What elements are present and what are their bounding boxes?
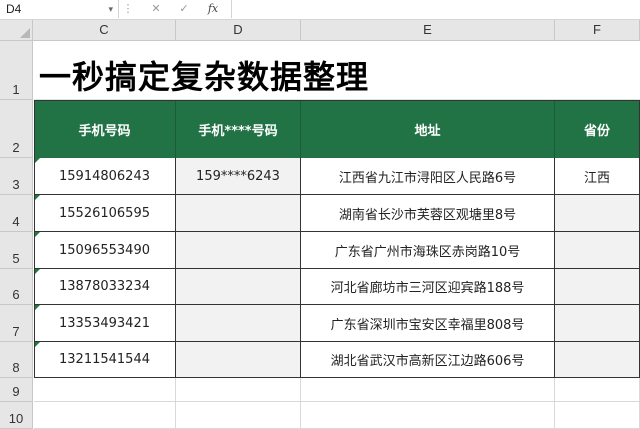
- address-cell[interactable]: 河北省廊坊市三河区迎宾路188号: [301, 269, 555, 305]
- masked-phone-cell[interactable]: [176, 305, 301, 342]
- province-cell[interactable]: [555, 232, 640, 269]
- address-cell[interactable]: 湖南省长沙市芙蓉区观塘里8号: [301, 195, 555, 232]
- empty-cell[interactable]: [34, 402, 176, 429]
- enter-icon[interactable]: ✓: [174, 0, 194, 18]
- sheet-title: 一秒搞定复杂数据整理: [39, 58, 370, 96]
- number-as-text-flag-icon: [34, 342, 40, 348]
- address-cell[interactable]: 广东省深圳市宝安区幸福里808号: [301, 305, 555, 342]
- sheet-title-cell[interactable]: 一秒搞定复杂数据整理: [34, 41, 640, 100]
- select-all-button[interactable]: [0, 20, 33, 41]
- empty-cell[interactable]: [176, 402, 301, 429]
- number-as-text-flag-icon: [34, 232, 40, 238]
- row-header-3[interactable]: 3: [0, 158, 33, 195]
- empty-cell[interactable]: [34, 378, 176, 402]
- column-header-e[interactable]: E: [301, 20, 555, 41]
- province-cell[interactable]: [555, 269, 640, 305]
- row-header-7[interactable]: 7: [0, 305, 33, 342]
- name-box[interactable]: D4 ▾: [0, 0, 119, 18]
- more-options-icon[interactable]: ⋮: [121, 0, 135, 18]
- row-header-10[interactable]: 10: [0, 402, 33, 429]
- phone-value: 15096553490: [59, 242, 150, 258]
- province-cell[interactable]: [555, 342, 640, 378]
- row-header-6[interactable]: 6: [0, 269, 33, 305]
- row-header-2[interactable]: 2: [0, 100, 33, 158]
- phone-cell[interactable]: 15096553490: [34, 232, 176, 269]
- phone-value: 13211541544: [59, 352, 150, 367]
- number-as-text-flag-icon: [34, 269, 40, 275]
- function-icon[interactable]: fx: [202, 0, 224, 18]
- phone-value: 15914806243: [59, 168, 150, 184]
- phone-value: 15526106595: [59, 205, 150, 221]
- phone-cell[interactable]: 13353493421: [34, 305, 176, 342]
- column-header-f[interactable]: F: [555, 20, 640, 41]
- address-cell[interactable]: 湖北省武汉市高新区江边路606号: [301, 342, 555, 378]
- empty-cell[interactable]: [301, 378, 555, 402]
- address-cell[interactable]: 广东省广州市海珠区赤岗路10号: [301, 232, 555, 269]
- name-box-value: D4: [6, 2, 22, 16]
- phone-cell[interactable]: 15526106595: [34, 195, 176, 232]
- masked-phone-cell[interactable]: [176, 342, 301, 378]
- formula-bar: D4 ▾ ⋮ ✕ ✓ fx: [0, 0, 640, 20]
- province-cell[interactable]: [555, 195, 640, 232]
- select-all-icon: [20, 28, 30, 38]
- address-cell[interactable]: 江西省九江市浔阳区人民路6号: [301, 158, 555, 195]
- empty-cell[interactable]: [555, 378, 640, 402]
- header-province[interactable]: 省份: [555, 100, 640, 158]
- row-header-8[interactable]: 8: [0, 342, 33, 378]
- cancel-icon[interactable]: ✕: [146, 0, 166, 18]
- header-masked-phone[interactable]: 手机****号码: [176, 100, 301, 158]
- phone-value: 13353493421: [59, 315, 150, 331]
- formula-buttons: ⋮ ✕ ✓ fx: [119, 0, 231, 18]
- chevron-down-icon[interactable]: ▾: [108, 0, 113, 18]
- row-header-1[interactable]: 1: [0, 41, 33, 100]
- row-header-4[interactable]: 4: [0, 195, 33, 232]
- row-header-5[interactable]: 5: [0, 232, 33, 269]
- empty-cell[interactable]: [555, 402, 640, 429]
- masked-phone-cell[interactable]: [176, 269, 301, 305]
- row-header-9[interactable]: 9: [0, 378, 33, 402]
- masked-phone-cell[interactable]: [176, 195, 301, 232]
- phone-value: 13878033234: [59, 279, 150, 294]
- phone-cell[interactable]: 13878033234: [34, 269, 176, 305]
- empty-cell[interactable]: [176, 378, 301, 402]
- column-header-d[interactable]: D: [176, 20, 301, 41]
- phone-cell[interactable]: 13211541544: [34, 342, 176, 378]
- formula-input[interactable]: [231, 0, 640, 18]
- masked-phone-cell[interactable]: [176, 232, 301, 269]
- header-phone[interactable]: 手机号码: [34, 100, 176, 158]
- number-as-text-flag-icon: [34, 158, 40, 164]
- column-header-c[interactable]: C: [33, 20, 176, 41]
- header-address[interactable]: 地址: [301, 100, 555, 158]
- masked-phone-cell[interactable]: 159****6243: [176, 158, 301, 195]
- number-as-text-flag-icon: [34, 305, 40, 311]
- province-cell[interactable]: [555, 305, 640, 342]
- phone-cell[interactable]: 15914806243: [34, 158, 176, 195]
- number-as-text-flag-icon: [34, 195, 40, 201]
- province-cell[interactable]: 江西: [555, 158, 640, 195]
- empty-cell[interactable]: [301, 402, 555, 429]
